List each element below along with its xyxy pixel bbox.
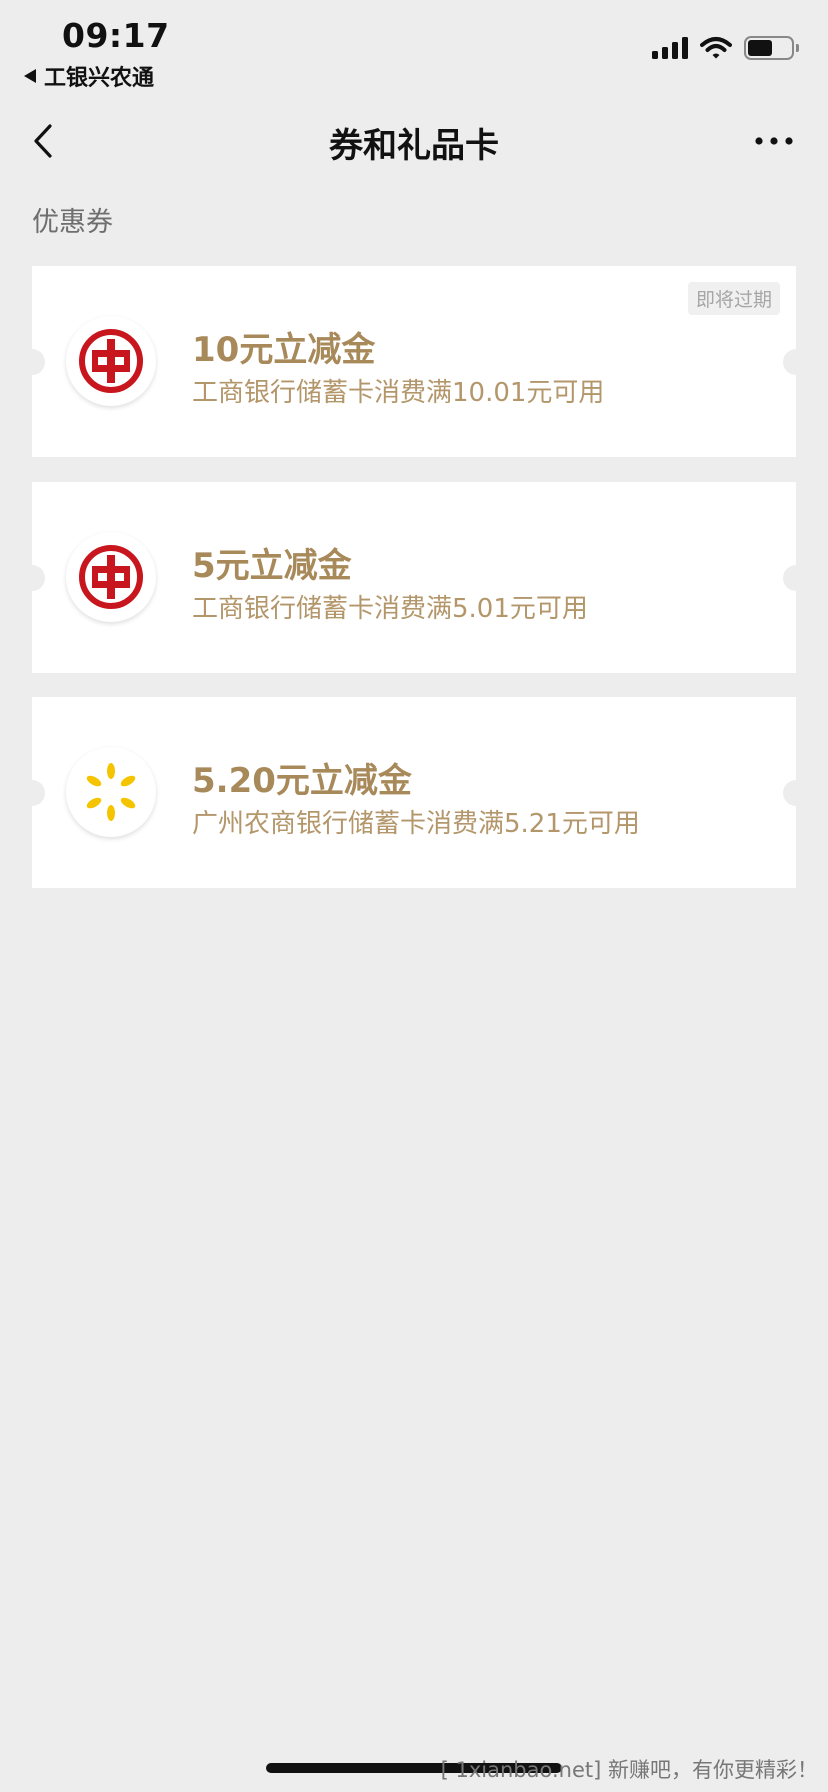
- system-icons: [652, 36, 799, 60]
- wifi-icon: [700, 37, 732, 59]
- section-title: 优惠券: [32, 207, 113, 238]
- grcb-logo-icon: [66, 747, 156, 837]
- battery-icon: [744, 36, 799, 60]
- watermark-text: [ 1xianbao.net] 新赚吧，有你更精彩！: [440, 1758, 818, 1782]
- back-to-app-link[interactable]: 工银兴农通: [24, 62, 155, 91]
- coupon-card[interactable]: 10元立减金 工商银行储蓄卡消费满10.01元可用 即将过期: [19, 266, 809, 457]
- coupon-title: 10元立减金: [192, 330, 376, 370]
- icbc-logo-icon: [66, 532, 156, 622]
- status-time: 09:17: [62, 16, 170, 55]
- page-title: 券和礼品卡: [329, 126, 499, 166]
- coupon-description: 工商银行储蓄卡消费满10.01元可用: [192, 378, 605, 408]
- coupons-page: 09:17 工银兴农通 券和礼品卡 优惠券 10元立减金 工商银行储蓄卡消费满1…: [0, 0, 828, 1792]
- coupon-card[interactable]: 5元立减金 工商银行储蓄卡消费满5.01元可用: [19, 482, 809, 673]
- status-bar: 09:17 工银兴农通: [0, 0, 828, 96]
- more-dots-icon[interactable]: [754, 126, 794, 156]
- coupon-description: 广州农商银行储蓄卡消费满5.21元可用: [192, 809, 640, 839]
- cellular-signal-icon: [652, 37, 688, 59]
- navigation-bar: 券和礼品卡: [0, 96, 828, 186]
- icbc-logo-icon: [66, 316, 156, 406]
- back-triangle-icon: [24, 69, 36, 83]
- expiring-soon-badge: 即将过期: [687, 282, 780, 315]
- coupon-description: 工商银行储蓄卡消费满5.01元可用: [192, 594, 588, 624]
- coupon-title: 5元立减金: [192, 546, 352, 586]
- coupon-title: 5.20元立减金: [192, 761, 412, 801]
- coupon-card[interactable]: 5.20元立减金 广州农商银行储蓄卡消费满5.21元可用: [19, 697, 809, 888]
- back-app-label: 工银兴农通: [44, 66, 155, 91]
